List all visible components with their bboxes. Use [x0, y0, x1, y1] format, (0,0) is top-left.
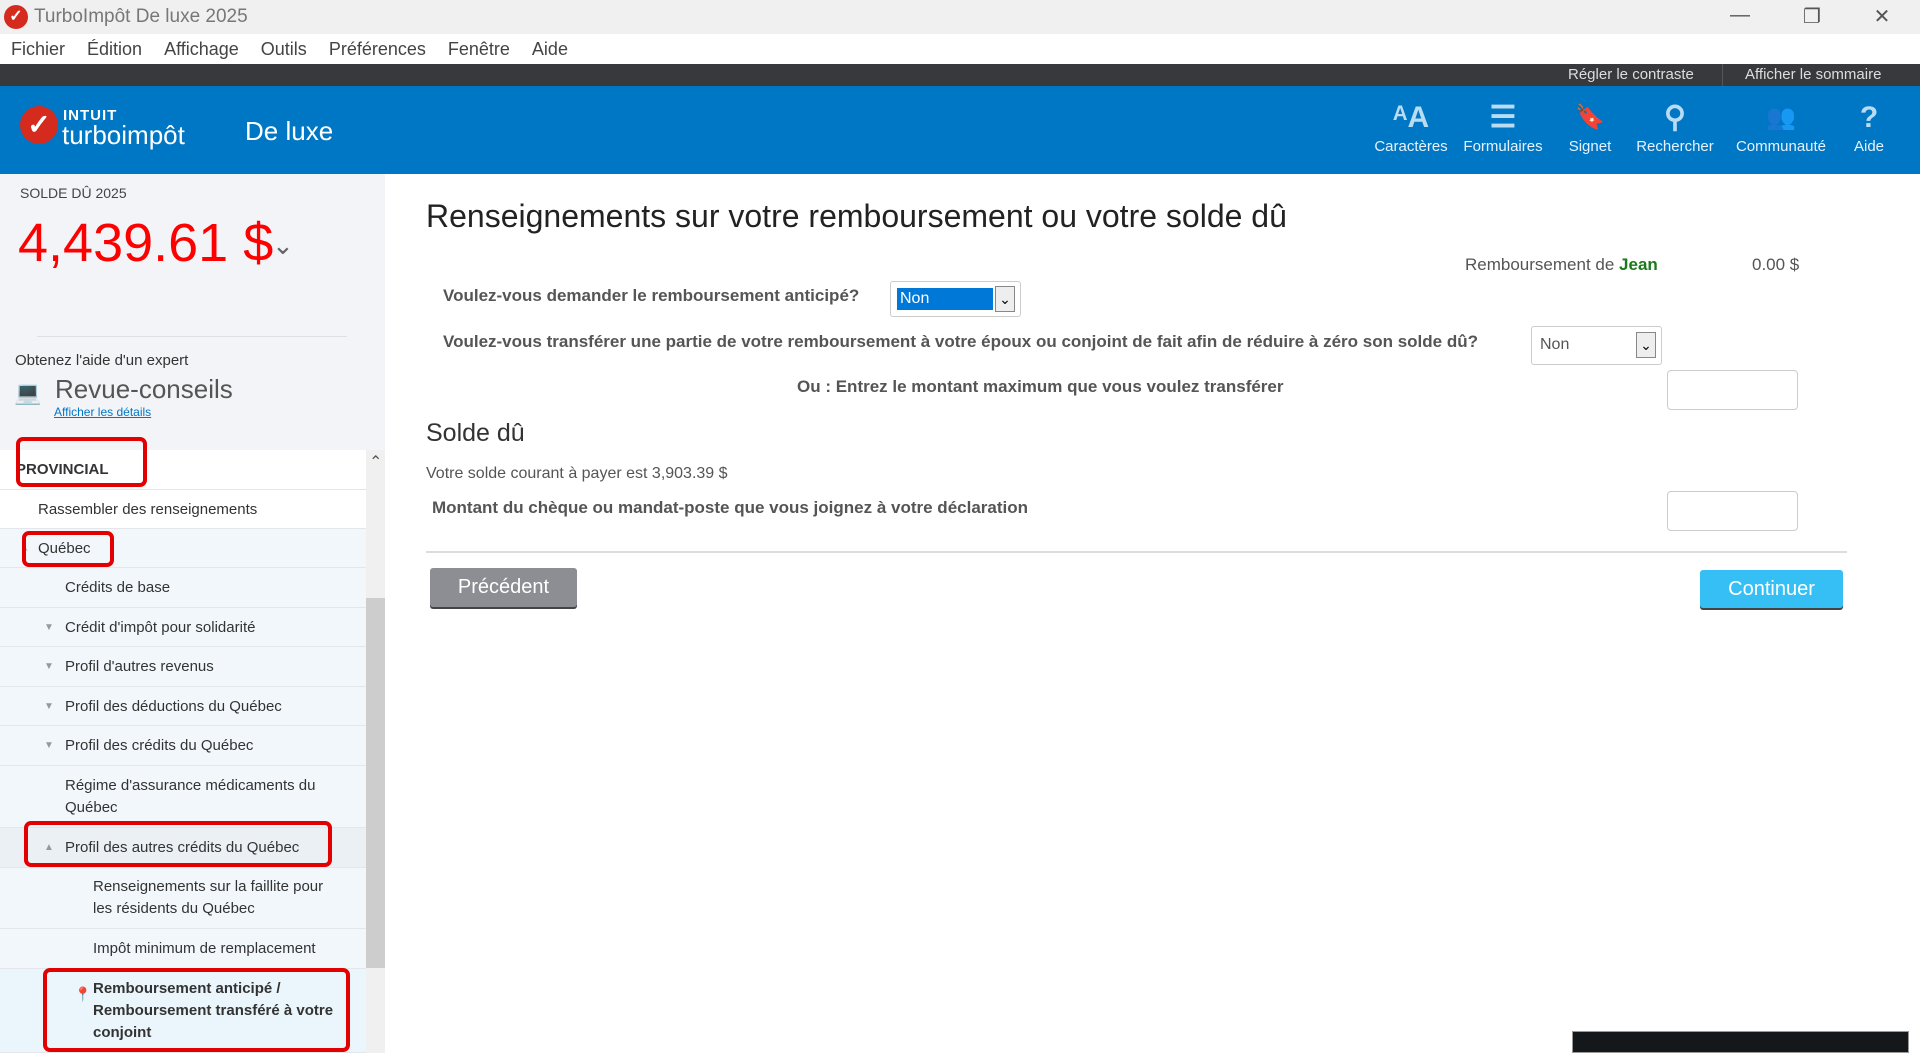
previous-button[interactable]: Précédent: [430, 568, 577, 607]
transfer-amount-input[interactable]: [1667, 370, 1798, 410]
tool-label: Aide: [1853, 138, 1885, 155]
contrast-link[interactable]: Régler le contraste: [1568, 66, 1694, 83]
annotation-box: [24, 821, 332, 867]
nav-label: Rassembler des renseignements: [38, 500, 258, 518]
chevron-down-icon: ⌄: [995, 286, 1015, 312]
early-refund-label: Voulez-vous demander le remboursement an…: [443, 286, 860, 305]
menu-edition[interactable]: Édition: [87, 34, 142, 64]
tool-help[interactable]: ? Aide: [1824, 98, 1914, 155]
edition-label: De luxe: [245, 116, 334, 146]
early-refund-select[interactable]: Non ⌄: [890, 281, 1021, 317]
nav-item[interactable]: Renseignements sur la faillite pour les …: [0, 868, 366, 929]
app-header: ✓ INTUIT turboimpôt De luxe ᴬA Caractères…: [0, 86, 1920, 174]
nav-item[interactable]: ▼ Crédit d'impôt pour solidarité: [0, 608, 366, 647]
transfer-amount-label: Ou : Entrez le montant maximum que vous …: [797, 377, 1284, 396]
overlay-panel: [1572, 1031, 1909, 1053]
nav-item[interactable]: Impôt minimum de remplacement: [0, 929, 366, 969]
triangle-down-icon: ▼: [44, 740, 54, 751]
divider: [426, 551, 1847, 553]
tool-search[interactable]: ⚲ Rechercher: [1630, 98, 1720, 155]
balance-label: SOLDE DÛ 2025: [20, 185, 127, 201]
scroll-up-icon[interactable]: ⌃: [369, 452, 382, 472]
continue-button[interactable]: Continuer: [1700, 570, 1843, 608]
annotation-box: [43, 968, 350, 1052]
refund-label: Remboursement de: [1465, 255, 1615, 274]
font-size-icon: ᴬA: [1392, 101, 1430, 134]
nav-label: Crédits de base: [65, 579, 171, 596]
menu-aide[interactable]: Aide: [532, 34, 568, 64]
tool-bookmark[interactable]: 🔖 Signet: [1545, 98, 1635, 155]
tool-label: Rechercher: [1636, 138, 1714, 155]
bookmark-icon: 🔖: [1575, 104, 1605, 131]
nav-item[interactable]: ▼ Profil des déductions du Québec: [0, 687, 366, 726]
tool-label: Caractères: [1374, 138, 1448, 155]
tool-label: Signet: [1568, 138, 1612, 155]
menu-outils[interactable]: Outils: [261, 34, 307, 64]
nav-item[interactable]: ▼ Profil des crédits du Québec: [0, 726, 366, 766]
app-logo-icon: ✓: [4, 5, 28, 29]
nav-label: Profil des déductions du Québec: [65, 697, 282, 715]
turbotax-logo-icon: ✓: [20, 106, 58, 144]
help-icon: ?: [1859, 101, 1879, 134]
triangle-down-icon: ▼: [44, 700, 54, 712]
laptop-icon: 💻: [14, 380, 42, 405]
community-icon: 👥: [1766, 104, 1796, 131]
menu-fichier[interactable]: Fichier: [11, 34, 65, 64]
tool-community[interactable]: 👥 Communauté: [1731, 98, 1831, 155]
title-bar: ✓ TurboImpôt De luxe 2025 — ❐ ✕: [0, 0, 1920, 34]
divider: [37, 336, 347, 337]
balance-heading: Solde dû: [426, 419, 525, 447]
show-details-link[interactable]: Afficher les détails: [54, 405, 151, 419]
cheque-amount-label: Montant du chèque ou mandat-poste que vo…: [432, 498, 1029, 517]
transfer-refund-select[interactable]: Non ⌄: [1531, 326, 1662, 365]
close-button[interactable]: ✕: [1862, 4, 1902, 29]
sidebar-scrollbar[interactable]: ⌃: [366, 450, 385, 1053]
selected-value: Non: [897, 288, 993, 310]
triangle-down-icon: ▼: [44, 661, 54, 672]
summary-link[interactable]: Afficher le sommaire: [1745, 66, 1881, 83]
document-icon: ☰: [1489, 101, 1517, 134]
taxpayer-name: Jean: [1619, 255, 1658, 274]
brand-name: turboimpôt: [62, 120, 185, 150]
nav-label: Profil d'autres revenus: [65, 658, 214, 675]
selected-value: Non: [1540, 336, 1570, 353]
tool-label: Communauté: [1735, 138, 1827, 155]
triangle-down-icon: ▼: [44, 621, 54, 633]
annotation-box: [16, 437, 147, 487]
menu-fenetre[interactable]: Fenêtre: [448, 34, 510, 64]
chevron-down-icon[interactable]: ⌄: [272, 230, 294, 261]
refund-summary: Remboursement de Jean: [1465, 255, 1658, 275]
menu-affichage[interactable]: Affichage: [164, 34, 239, 64]
review-title: Revue-conseils: [55, 374, 233, 404]
restore-button[interactable]: ❐: [1792, 4, 1832, 29]
cheque-amount-input[interactable]: [1667, 491, 1798, 531]
annotation-box: [22, 531, 114, 567]
search-icon: ⚲: [1664, 101, 1686, 134]
nav-label: Renseignements sur la faillite pour les …: [93, 878, 324, 917]
transfer-refund-label: Voulez-vous transférer une partie de vot…: [443, 332, 1478, 351]
utility-bar: Régler le contraste Afficher le sommaire: [0, 64, 1920, 86]
nav-item[interactable]: ▼ Profil d'autres revenus: [0, 647, 366, 687]
chevron-down-icon: ⌄: [1636, 332, 1656, 358]
balance-amount: 4,439.61 $: [18, 213, 274, 273]
expert-label: Obtenez l'aide d'un expert: [15, 352, 189, 369]
menu-bar: Fichier Édition Affichage Outils Préfére…: [0, 34, 1920, 64]
window-title: TurboImpôt De luxe 2025: [34, 6, 248, 27]
current-balance-text: Votre solde courant à payer est 3,903.39…: [426, 465, 728, 482]
nav-item[interactable]: Crédits de base: [0, 568, 366, 608]
nav-item[interactable]: Rassembler des renseignements: [0, 490, 366, 529]
tool-forms[interactable]: ☰ Formulaires: [1458, 98, 1548, 155]
page-title: Renseignements sur votre remboursement o…: [426, 198, 1287, 234]
nav-label: Crédit d'impôt pour solidarité: [65, 618, 256, 636]
nav-label: Impôt minimum de remplacement: [93, 940, 316, 957]
tool-characters[interactable]: ᴬA Caractères: [1366, 98, 1456, 155]
minimize-button[interactable]: —: [1720, 4, 1760, 27]
scrollbar-thumb[interactable]: [366, 598, 385, 968]
nav-item[interactable]: Régime d'assurance médicaments du Québec: [0, 766, 366, 828]
tool-label: Formulaires: [1463, 138, 1543, 155]
nav-label: Régime d'assurance médicaments du Québec: [65, 776, 316, 816]
nav-label: Profil des crédits du Québec: [65, 737, 254, 754]
refund-amount: 0.00 $: [1752, 255, 1800, 274]
menu-preferences[interactable]: Préférences: [329, 34, 426, 64]
